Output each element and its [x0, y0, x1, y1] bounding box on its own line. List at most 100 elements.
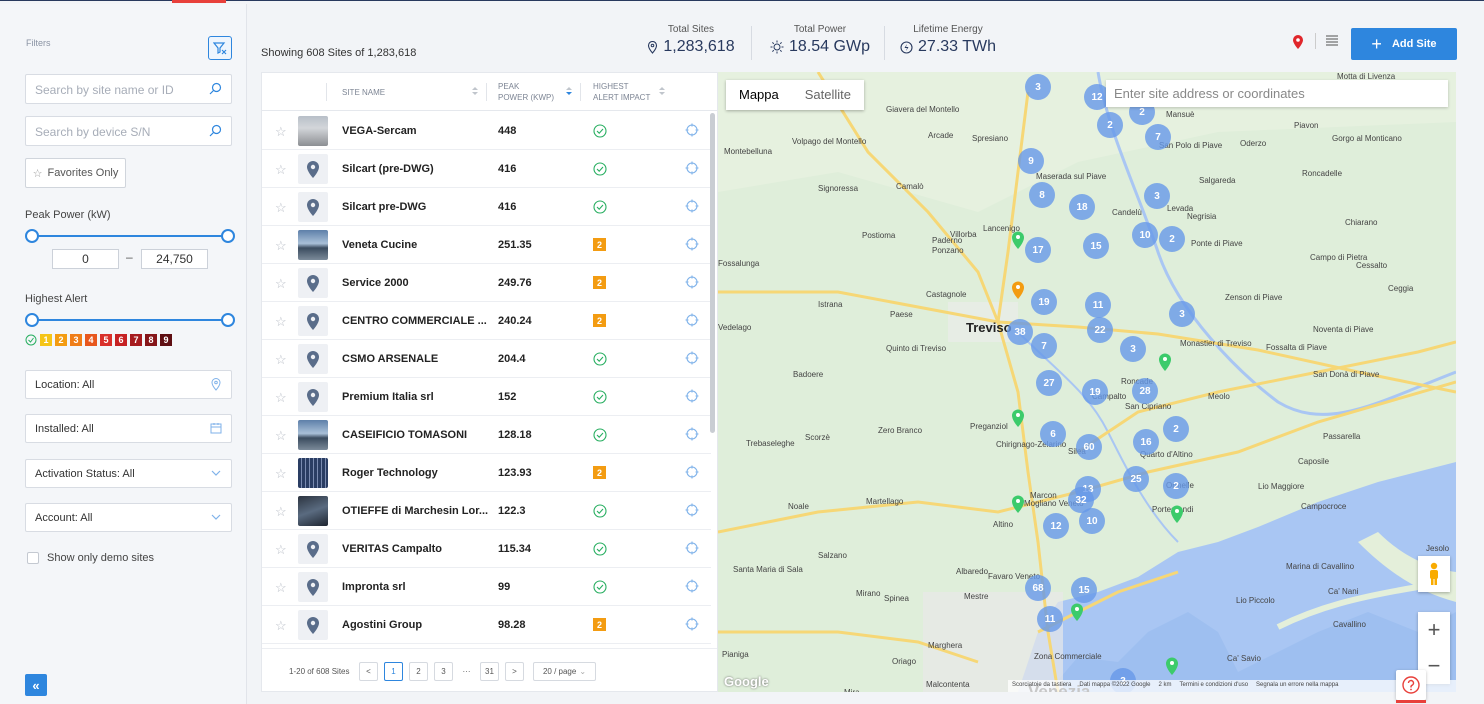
table-row[interactable]: ☆ CSMO ARSENALE 204.4 [262, 340, 711, 378]
search-device-input[interactable]: Search by device S/N [25, 116, 232, 146]
site-name[interactable]: Impronta srl [342, 581, 406, 593]
map-view-pin-icon[interactable] [1292, 34, 1304, 50]
attribution-terms[interactable]: Termini e condizioni d'uso [1180, 682, 1249, 690]
alert-slider-track[interactable] [32, 319, 228, 321]
activation-status-select[interactable]: Activation Status: All [25, 459, 232, 488]
sort-icon[interactable] [472, 85, 478, 97]
sort-desc-icon[interactable] [566, 85, 572, 97]
demo-sites-checkbox[interactable] [27, 552, 39, 564]
locate-on-map-icon[interactable] [685, 123, 699, 142]
locate-on-map-icon[interactable] [685, 389, 699, 408]
location-select[interactable]: Location: All [25, 370, 232, 399]
map-site-cluster[interactable]: 10 [1132, 222, 1158, 248]
favorite-star-icon[interactable]: ☆ [275, 390, 287, 406]
attribution-shortcuts[interactable]: Scorciatoie da tastiera [1012, 682, 1071, 690]
help-button[interactable] [1396, 670, 1426, 703]
peak-power-max-handle[interactable] [221, 229, 235, 243]
map-site-pin-icon[interactable] [1158, 352, 1172, 372]
page-button[interactable]: 2 [409, 662, 428, 681]
col-site-name[interactable]: SITE NAME [342, 88, 385, 97]
street-view-pegman[interactable] [1418, 556, 1450, 592]
locate-on-map-icon[interactable] [685, 579, 699, 598]
favorite-star-icon[interactable]: ☆ [275, 504, 287, 520]
favorite-star-icon[interactable]: ☆ [275, 466, 287, 482]
locate-on-map-icon[interactable] [685, 161, 699, 180]
favorite-star-icon[interactable]: ☆ [275, 200, 287, 216]
map-site-cluster[interactable]: 28 [1132, 378, 1158, 404]
map-site-pin-icon[interactable] [1011, 494, 1025, 514]
table-row[interactable]: ☆ Veneta Cucine 251.35 2 [262, 226, 711, 264]
favorite-star-icon[interactable]: ☆ [275, 276, 287, 292]
table-row[interactable]: ☆ Impronta srl 99 [262, 568, 711, 606]
favorite-star-icon[interactable]: ☆ [275, 352, 287, 368]
locate-on-map-icon[interactable] [685, 617, 699, 636]
map-site-cluster[interactable]: 3 [1120, 336, 1146, 362]
map-site-cluster[interactable]: 17 [1025, 237, 1051, 263]
site-name[interactable]: VEGA-Sercam [342, 125, 417, 137]
map-site-cluster[interactable]: 6 [1040, 421, 1066, 447]
map-site-cluster[interactable]: 8 [1029, 182, 1055, 208]
list-view-icon[interactable] [1325, 34, 1339, 48]
favorite-star-icon[interactable]: ☆ [275, 542, 287, 558]
map-site-cluster[interactable]: 60 [1076, 434, 1102, 460]
table-row[interactable]: ☆ Agostini Group 98.28 2 [262, 606, 711, 644]
table-row[interactable]: ☆ CASEIFICIO TOMASONI 128.18 [262, 416, 711, 454]
locate-on-map-icon[interactable] [685, 237, 699, 256]
map-site-cluster[interactable]: 68 [1025, 575, 1051, 601]
locate-on-map-icon[interactable] [685, 199, 699, 218]
page-size-select[interactable]: 20 / page ⌄ [533, 662, 596, 681]
table-row[interactable]: ☆ Silcart pre-DWG 416 [262, 188, 711, 226]
map-type-satellite-button[interactable]: Satellite [792, 80, 864, 110]
site-name[interactable]: Service 2000 [342, 277, 409, 289]
map-site-cluster[interactable]: 25 [1123, 466, 1149, 492]
map-site-cluster[interactable]: 9 [1018, 148, 1044, 174]
site-name[interactable]: VERITAS Campalto [342, 543, 442, 555]
locate-on-map-icon[interactable] [685, 541, 699, 560]
map-site-pin-icon[interactable] [1170, 504, 1184, 524]
map-site-cluster[interactable]: 12 [1043, 513, 1069, 539]
site-name[interactable]: Roger Technology [342, 467, 438, 479]
favorite-star-icon[interactable]: ☆ [275, 314, 287, 330]
map-site-cluster[interactable]: 19 [1031, 289, 1057, 315]
map-site-pin-icon[interactable] [1070, 602, 1084, 622]
search-site-input[interactable]: Search by site name or ID [25, 74, 232, 104]
map-site-cluster[interactable]: 2 [1163, 416, 1189, 442]
site-name[interactable]: Veneta Cucine [342, 239, 417, 251]
map-site-pin-icon[interactable] [1011, 408, 1025, 428]
demo-sites-toggle[interactable]: Show only demo sites [27, 552, 154, 564]
map-site-cluster[interactable]: 15 [1083, 233, 1109, 259]
map-site-cluster[interactable]: 7 [1145, 124, 1171, 150]
alert-max-handle[interactable] [221, 313, 235, 327]
table-row[interactable]: ☆ Silcart (pre-DWG) 416 [262, 150, 711, 188]
sites-map[interactable]: TrevisoVeneziaPaeseSileaMogliano VenetoP… [718, 72, 1456, 692]
map-site-cluster[interactable]: 19 [1082, 379, 1108, 405]
map-site-cluster[interactable]: 16 [1133, 429, 1159, 455]
table-row[interactable]: ☆ Premium Italia srl 152 [262, 378, 711, 416]
map-site-cluster[interactable]: 38 [1007, 319, 1033, 345]
table-row[interactable]: ☆ Roger Technology 123.93 2 [262, 454, 711, 492]
site-name[interactable]: OTIEFFE di Marchesin Lor... [342, 505, 488, 517]
peak-power-min-input[interactable]: 0 [52, 249, 119, 269]
attribution-report[interactable]: Segnala un errore nella mappa [1256, 682, 1338, 690]
map-site-cluster[interactable]: 3 [1144, 183, 1170, 209]
locate-on-map-icon[interactable] [685, 427, 699, 446]
sort-icon[interactable] [659, 85, 665, 97]
favorite-star-icon[interactable]: ☆ [275, 618, 287, 634]
site-name[interactable]: Agostini Group [342, 619, 422, 631]
map-site-pin-icon[interactable] [1011, 230, 1025, 250]
col-alert-1[interactable]: HIGHEST [593, 82, 629, 91]
prev-page-button[interactable]: < [359, 662, 378, 681]
favorite-star-icon[interactable]: ☆ [275, 162, 287, 178]
favorite-star-icon[interactable]: ☆ [275, 124, 287, 140]
map-site-cluster[interactable]: 27 [1036, 370, 1062, 396]
map-site-cluster[interactable]: 15 [1071, 577, 1097, 603]
page-ellipsis[interactable]: ··· [457, 662, 476, 681]
map-site-cluster[interactable]: 10 [1079, 508, 1105, 534]
favorite-star-icon[interactable]: ☆ [275, 580, 287, 596]
site-name[interactable]: CASEIFICIO TOMASONI [342, 429, 467, 441]
locate-on-map-icon[interactable] [685, 275, 699, 294]
map-site-cluster[interactable]: 11 [1037, 606, 1063, 632]
map-site-pin-icon[interactable] [1165, 656, 1179, 676]
map-site-cluster[interactable]: 2 [1163, 473, 1189, 499]
table-row[interactable]: ☆ VERITAS Campalto 115.34 [262, 530, 711, 568]
